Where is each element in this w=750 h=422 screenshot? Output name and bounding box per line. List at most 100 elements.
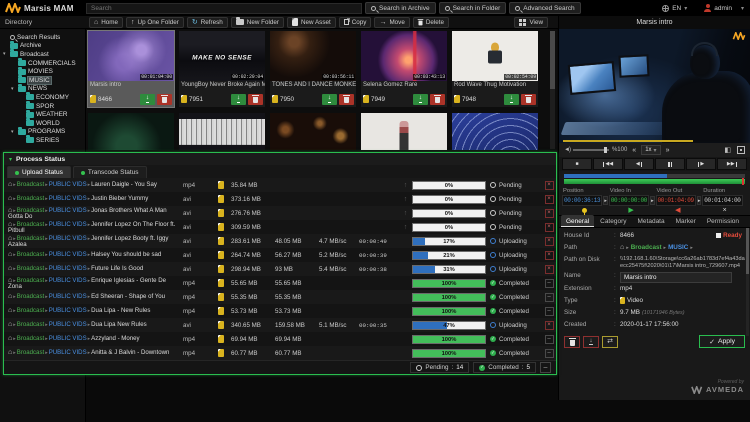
timeline-bar[interactable]: [564, 179, 745, 184]
tab-transcode-status[interactable]: Transcode Status: [73, 166, 147, 178]
upload-row[interactable]: ⌂▸Broadcast▸PUBLIC VIDS▸Anitta & J Balvi…: [4, 346, 556, 360]
tab-marker[interactable]: Marker: [671, 215, 701, 227]
upload-row[interactable]: ⌂▸Broadcast▸PUBLIC VIDS▸Dua Lipa New Rul…: [4, 318, 556, 332]
asset-thumbnail-partial[interactable]: [179, 113, 265, 150]
upload-row[interactable]: ⌂▸Broadcast▸PUBLIC VIDS▸Azzyland - Money…: [4, 332, 556, 346]
sidebar-tree-item[interactable]: SPOR: [0, 102, 85, 111]
metadata-scrollbar[interactable]: [746, 228, 749, 336]
move-button[interactable]: → Move: [374, 17, 409, 28]
fast-forward-button[interactable]: »: [664, 147, 672, 154]
sidebar-tree-item[interactable]: MOVIES: [0, 67, 85, 76]
volume-slider[interactable]: [573, 149, 609, 151]
stop-button[interactable]: ■: [562, 158, 592, 170]
upload-row[interactable]: ⌂▸Broadcast▸PUBLIC VIDS▸Lauren Daigle - …: [4, 178, 556, 192]
mark-out-icon[interactable]: ◀: [675, 207, 680, 215]
delete-button[interactable]: [157, 94, 172, 105]
upload-row[interactable]: ⌂▸Broadcast▸PUBLIC VIDS▸Halsey You shoul…: [4, 248, 556, 262]
pip-icon[interactable]: ◧: [724, 146, 731, 154]
asset-thumbnail-partial[interactable]: [361, 113, 447, 150]
download-button[interactable]: ↓: [322, 94, 337, 105]
priority-up-icon[interactable]: ↑: [404, 210, 408, 217]
asset-card[interactable]: MAKE NO SENSE 00:02:29:04 YoungBoy Never…: [179, 31, 265, 107]
chevron-down-icon[interactable]: ▾: [741, 5, 744, 12]
pause-button[interactable]: [655, 158, 685, 170]
delete-button[interactable]: [430, 94, 445, 105]
fullscreen-icon[interactable]: [737, 146, 745, 154]
delete-button[interactable]: [339, 94, 354, 105]
sidebar-tree-item[interactable]: MUSIC: [0, 76, 85, 85]
tab-metadata[interactable]: Metadata: [633, 215, 670, 227]
retranscode-button[interactable]: ⇄: [602, 336, 618, 348]
jump-start-button[interactable]: ◀◀: [593, 158, 623, 170]
timecode-field[interactable]: 00:01:04:09: [656, 195, 696, 206]
delete-button[interactable]: Delete: [413, 17, 449, 28]
tab-category[interactable]: Category: [595, 215, 631, 227]
download-button[interactable]: ↓: [140, 94, 155, 105]
asset-card[interactable]: 00:03:56:11 TONES AND I DANCE MONKEY 795…: [270, 31, 356, 107]
grid-scrollbar[interactable]: [550, 31, 555, 149]
cancel-upload-button[interactable]: ×: [545, 321, 554, 330]
cancel-upload-button[interactable]: ×: [545, 181, 554, 190]
cancel-upload-button[interactable]: ×: [545, 251, 554, 260]
download-button[interactable]: ↓: [413, 94, 428, 105]
delete-button[interactable]: [248, 94, 263, 105]
cancel-upload-button[interactable]: –: [545, 349, 554, 358]
tab-permission[interactable]: Permission: [702, 215, 744, 227]
priority-up-icon[interactable]: ↑: [404, 182, 408, 189]
asset-thumbnail[interactable]: 00:01:04:00: [88, 31, 174, 81]
sidebar-tree-item[interactable]: ECONOMY: [0, 93, 85, 102]
breadcrumb-root[interactable]: Broadcast: [631, 244, 662, 251]
video-preview[interactable]: [559, 29, 750, 143]
timecode-field[interactable]: 00:00:36:13: [562, 195, 602, 206]
view-button[interactable]: View: [514, 17, 548, 28]
cancel-upload-button[interactable]: ×: [545, 237, 554, 246]
asset-card[interactable]: 00:02:54:09 Rod Wave Thug Motivation 794…: [452, 31, 538, 107]
download-button[interactable]: ↓: [504, 94, 519, 105]
language-menu[interactable]: EN ▾: [657, 2, 692, 14]
tree-caret-icon[interactable]: ▾: [3, 51, 8, 57]
sidebar-tree-item[interactable]: WORLD: [0, 119, 85, 128]
cancel-upload-button[interactable]: –: [545, 335, 554, 344]
apply-button[interactable]: ✓ Apply: [699, 335, 745, 348]
upload-row[interactable]: ⌂▸Broadcast▸PUBLIC VIDS▸Future Life Is G…: [4, 262, 556, 276]
upload-row[interactable]: ⌂▸Broadcast▸PUBLIC VIDS▸Dua Lipa - New R…: [4, 304, 556, 318]
minimize-panel-button[interactable]: –: [540, 362, 551, 373]
search-in-archive-button[interactable]: Search in Archive: [365, 2, 436, 14]
user-menu[interactable]: admin: [699, 2, 737, 14]
volume-icon[interactable]: ◄): [564, 147, 570, 153]
cancel-upload-button[interactable]: –: [545, 293, 554, 302]
sidebar-tree-item[interactable]: WEATHER: [0, 110, 85, 119]
tree-caret-icon[interactable]: ▾: [11, 86, 16, 92]
sidebar-tree-item[interactable]: ▾ NEWS: [0, 85, 85, 94]
upload-row[interactable]: ⌂▸Broadcast▸PUBLIC VIDS▸Jennifer Lopez B…: [4, 234, 556, 248]
step-button[interactable]: ▸: [603, 196, 608, 205]
asset-thumbnail[interactable]: 00:03:43:13: [361, 31, 447, 81]
asset-thumbnail-partial[interactable]: [452, 113, 538, 150]
new-folder-button[interactable]: New Folder: [231, 17, 284, 28]
jump-end-button[interactable]: ▶▶: [717, 158, 747, 170]
rewind-button[interactable]: «: [630, 147, 638, 154]
advanced-search-button[interactable]: Advanced Search: [509, 2, 580, 14]
download-asset-button[interactable]: ↓: [583, 336, 599, 348]
timecode-field[interactable]: 00:01:04:00: [702, 195, 742, 206]
sidebar-tree-item[interactable]: COMMERCIALS: [0, 59, 85, 68]
upload-row[interactable]: ⌂▸Broadcast▸PUBLIC VIDS▸Jennifer Lopez O…: [4, 220, 556, 234]
copy-button[interactable]: Copy: [339, 17, 372, 28]
sidebar-tree-item[interactable]: SERIES: [0, 136, 85, 145]
clear-icon[interactable]: ×: [723, 207, 727, 215]
timecode-field[interactable]: 00:00:00:00: [609, 195, 649, 206]
search-in-folder-button[interactable]: Search in Folder: [439, 2, 507, 14]
mark-in-icon[interactable]: ▶: [628, 207, 633, 215]
tree-caret-icon[interactable]: ▾: [11, 129, 16, 135]
delete-asset-button[interactable]: [564, 336, 580, 348]
playback-rate-select[interactable]: 1x ▾: [641, 145, 660, 155]
cancel-upload-button[interactable]: –: [545, 279, 554, 288]
upload-row[interactable]: ⌂▸Broadcast▸PUBLIC VIDS▸Jonas Brothers W…: [4, 206, 556, 220]
delete-button[interactable]: [521, 94, 536, 105]
cancel-upload-button[interactable]: ×: [545, 209, 554, 218]
cancel-upload-button[interactable]: ×: [545, 195, 554, 204]
breadcrumb-folder[interactable]: MUSIC: [668, 244, 688, 251]
sidebar-tree-item[interactable]: ▾ PROGRAMS: [0, 128, 85, 137]
priority-up-icon[interactable]: ↑: [404, 196, 408, 203]
step-button[interactable]: ▸: [697, 196, 702, 205]
